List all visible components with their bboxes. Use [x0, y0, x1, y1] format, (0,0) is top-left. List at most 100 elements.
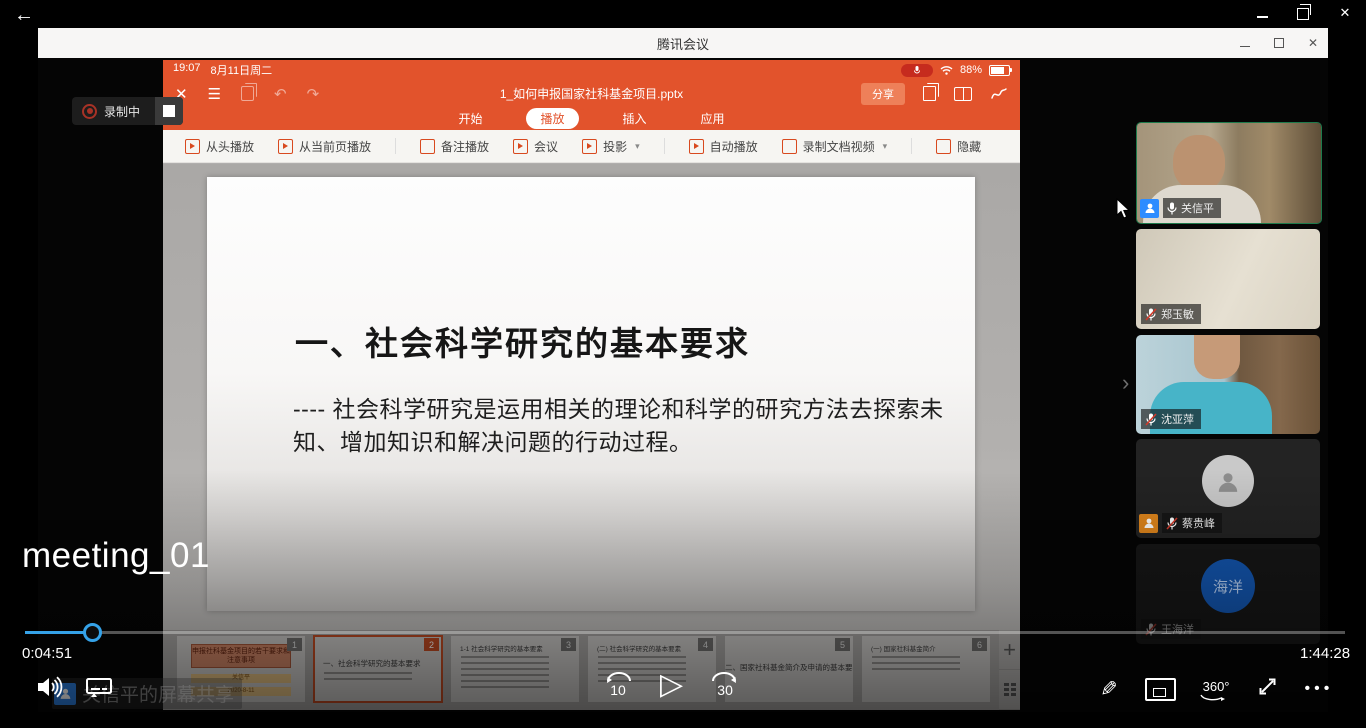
play-button[interactable]: ▷	[660, 668, 683, 702]
current-slide: 一、社会科学研究的基本要求 ---- 社会科学研究是运用相关的理论和科学的研究方…	[207, 177, 975, 611]
tab-play[interactable]: 播放	[526, 108, 578, 129]
total-duration: 1:44:28	[1300, 645, 1350, 662]
restore-icon[interactable]	[1297, 8, 1309, 20]
mini-player-button[interactable]	[1145, 678, 1176, 701]
ink-pen-icon[interactable]	[990, 87, 1008, 101]
participant-name: 蔡贵峰	[1182, 515, 1215, 531]
draw-button[interactable]: ✎	[1100, 677, 1118, 702]
slide-thumbnail-5[interactable]: 二、国家社科基金简介及申请的基本要求 5	[725, 636, 853, 702]
participant-tile-caiguifeng[interactable]: 蔡贵峰	[1136, 439, 1320, 538]
thumb3-title: 1-1 社会科学研究的基本要素	[460, 643, 543, 653]
fullscreen-icon	[1257, 676, 1278, 697]
ppt-ribbon-tabs: 开始 播放 插入 应用	[163, 107, 1020, 130]
filmstrip-rail: +	[999, 630, 1020, 710]
captions-icon	[86, 678, 112, 698]
slide-thumbnail-6[interactable]: (一) 国家社科基金简介 6	[862, 636, 990, 702]
minimize-icon[interactable]	[1257, 8, 1268, 18]
presenter-badge-icon	[1140, 199, 1159, 218]
slide-sorter-icon	[1004, 683, 1016, 696]
stop-icon	[163, 105, 175, 117]
thumb4-title: (二) 社会科学研究的基本要素	[597, 643, 681, 653]
close-icon[interactable]: ✕	[1338, 6, 1352, 20]
meeting-window-controls: ✕	[1240, 28, 1318, 58]
participant-name: 沈亚萍	[1161, 411, 1194, 427]
toolbar-divider	[664, 138, 665, 154]
status-time: 19:07	[173, 62, 201, 78]
play-from-start-button[interactable]: 从头播放	[185, 138, 254, 155]
wifi-icon	[940, 65, 953, 75]
seek-handle[interactable]	[83, 623, 102, 642]
avatar-text: 海洋	[1213, 576, 1243, 597]
participant-tile-wanghaiyang[interactable]: 海洋 王海洋	[1136, 544, 1320, 644]
participant-tile-guanxinping[interactable]: 关信平	[1136, 122, 1322, 224]
play-from-start-icon	[185, 139, 200, 154]
meeting-titlebar: 腾讯会议 ✕	[38, 28, 1328, 58]
tab-home[interactable]: 开始	[448, 108, 492, 129]
record-doc-video-icon	[782, 139, 797, 154]
notes-play-button[interactable]: 备注播放	[420, 138, 489, 155]
meeting-icon	[513, 139, 528, 154]
ppt-command-bar: ✕ ☰ ↶ ↷ 1_如何申报国家社科基金项目.pptx 分享	[163, 80, 1020, 107]
record-doc-video-button[interactable]: 录制文档视频▾	[782, 138, 888, 155]
player-window-controls: ✕	[1257, 6, 1352, 20]
volume-icon	[36, 674, 63, 700]
tab-insert[interactable]: 插入	[613, 108, 657, 129]
seek-bar[interactable]	[25, 631, 1345, 634]
meeting-restore-icon	[1274, 38, 1284, 48]
recording-mic-pill-icon	[901, 64, 933, 77]
slide-sorter-button[interactable]	[999, 670, 1020, 710]
skip-forward-button[interactable]: 30	[707, 668, 743, 702]
slide-title: 一、社会科学研究的基本要求	[295, 317, 750, 365]
slide-thumbnail-3[interactable]: 1-1 社会科学研究的基本要素 3	[451, 636, 579, 702]
tab-apps[interactable]: 应用	[691, 108, 735, 129]
participant-tile-shenyaping[interactable]: 沈亚萍	[1136, 335, 1320, 434]
play-from-current-button[interactable]: 从当前页播放	[278, 138, 371, 155]
volume-button[interactable]	[36, 674, 63, 705]
captions-button[interactable]	[86, 678, 112, 703]
avatar: 海洋	[1201, 559, 1255, 613]
more-options-button[interactable]: •••	[1305, 680, 1334, 698]
mic-muted-icon	[1166, 517, 1178, 530]
ppt-toolbar: 从头播放 从当前页播放 备注播放 会议 投影▾ 自动播放 录制文档视频▾ 隐藏	[163, 130, 1020, 163]
screen-share-tag: 关信平的屏幕共享	[52, 678, 242, 709]
slide-body-text: ---- 社会科学研究是运用相关的理论和科学的研究方法去探索未知、增加知识和解决…	[293, 393, 949, 458]
back-icon[interactable]: ←	[14, 4, 34, 27]
project-button[interactable]: 投影▾	[582, 138, 640, 155]
skip-back-button[interactable]: 10	[600, 668, 636, 702]
battery-percent: 88%	[960, 64, 982, 76]
undo-icon[interactable]: ↶	[274, 85, 287, 103]
copy-icon[interactable]	[923, 86, 936, 101]
slide-thumbnail-2-selected[interactable]: 一、社会科学研究的基本要求 2	[314, 636, 442, 702]
meeting-close-icon: ✕	[1308, 36, 1318, 50]
meeting-window-title: 腾讯会议	[657, 34, 709, 53]
participant-tile-zhengyumin[interactable]: 郑玉敏	[1136, 229, 1320, 329]
slide-number-badge: 4	[698, 638, 713, 651]
autoplay-button[interactable]: 自动播放	[689, 138, 758, 155]
thumb5-title: 二、国家社科基金简介及申请的基本要求	[725, 662, 853, 673]
slide-filmstrip: 申报社科基金项目的若干要求和注意事项 关信平 2020-8-11 1 一、社会科…	[163, 630, 1020, 710]
recording-indicator: 录制中	[72, 97, 183, 125]
battery-icon	[989, 65, 1010, 76]
share-button[interactable]: 分享	[861, 83, 905, 105]
meeting-button[interactable]: 会议	[513, 138, 558, 155]
rotate-360-button[interactable]: 360°	[1203, 679, 1230, 700]
ppt-menu-icon[interactable]: ☰	[208, 85, 221, 103]
slide-canvas-area: 一、社会科学研究的基本要求 ---- 社会科学研究是运用相关的理论和科学的研究方…	[163, 164, 1020, 630]
fullscreen-button[interactable]	[1257, 676, 1278, 702]
stop-recording-button[interactable]	[155, 97, 183, 125]
reading-view-icon[interactable]	[954, 87, 972, 101]
add-slide-button[interactable]: +	[999, 630, 1020, 670]
hide-button[interactable]: 隐藏	[936, 138, 981, 155]
thumb6-title: (一) 国家社科基金简介	[871, 643, 936, 653]
notes-play-icon	[420, 139, 435, 154]
meeting-minimize-icon	[1240, 40, 1250, 47]
sidebar-expand-chevron-icon[interactable]: ›	[1122, 370, 1129, 396]
record-dot-icon	[82, 104, 97, 119]
redo-icon[interactable]: ↷	[307, 85, 320, 103]
video-title: meeting_01	[22, 536, 210, 576]
chevron-down-icon: ▾	[635, 141, 640, 152]
slide-number-badge: 6	[972, 638, 987, 651]
autoplay-icon	[689, 139, 704, 154]
slide-number-badge: 1	[287, 638, 302, 651]
save-icon[interactable]	[241, 86, 254, 101]
